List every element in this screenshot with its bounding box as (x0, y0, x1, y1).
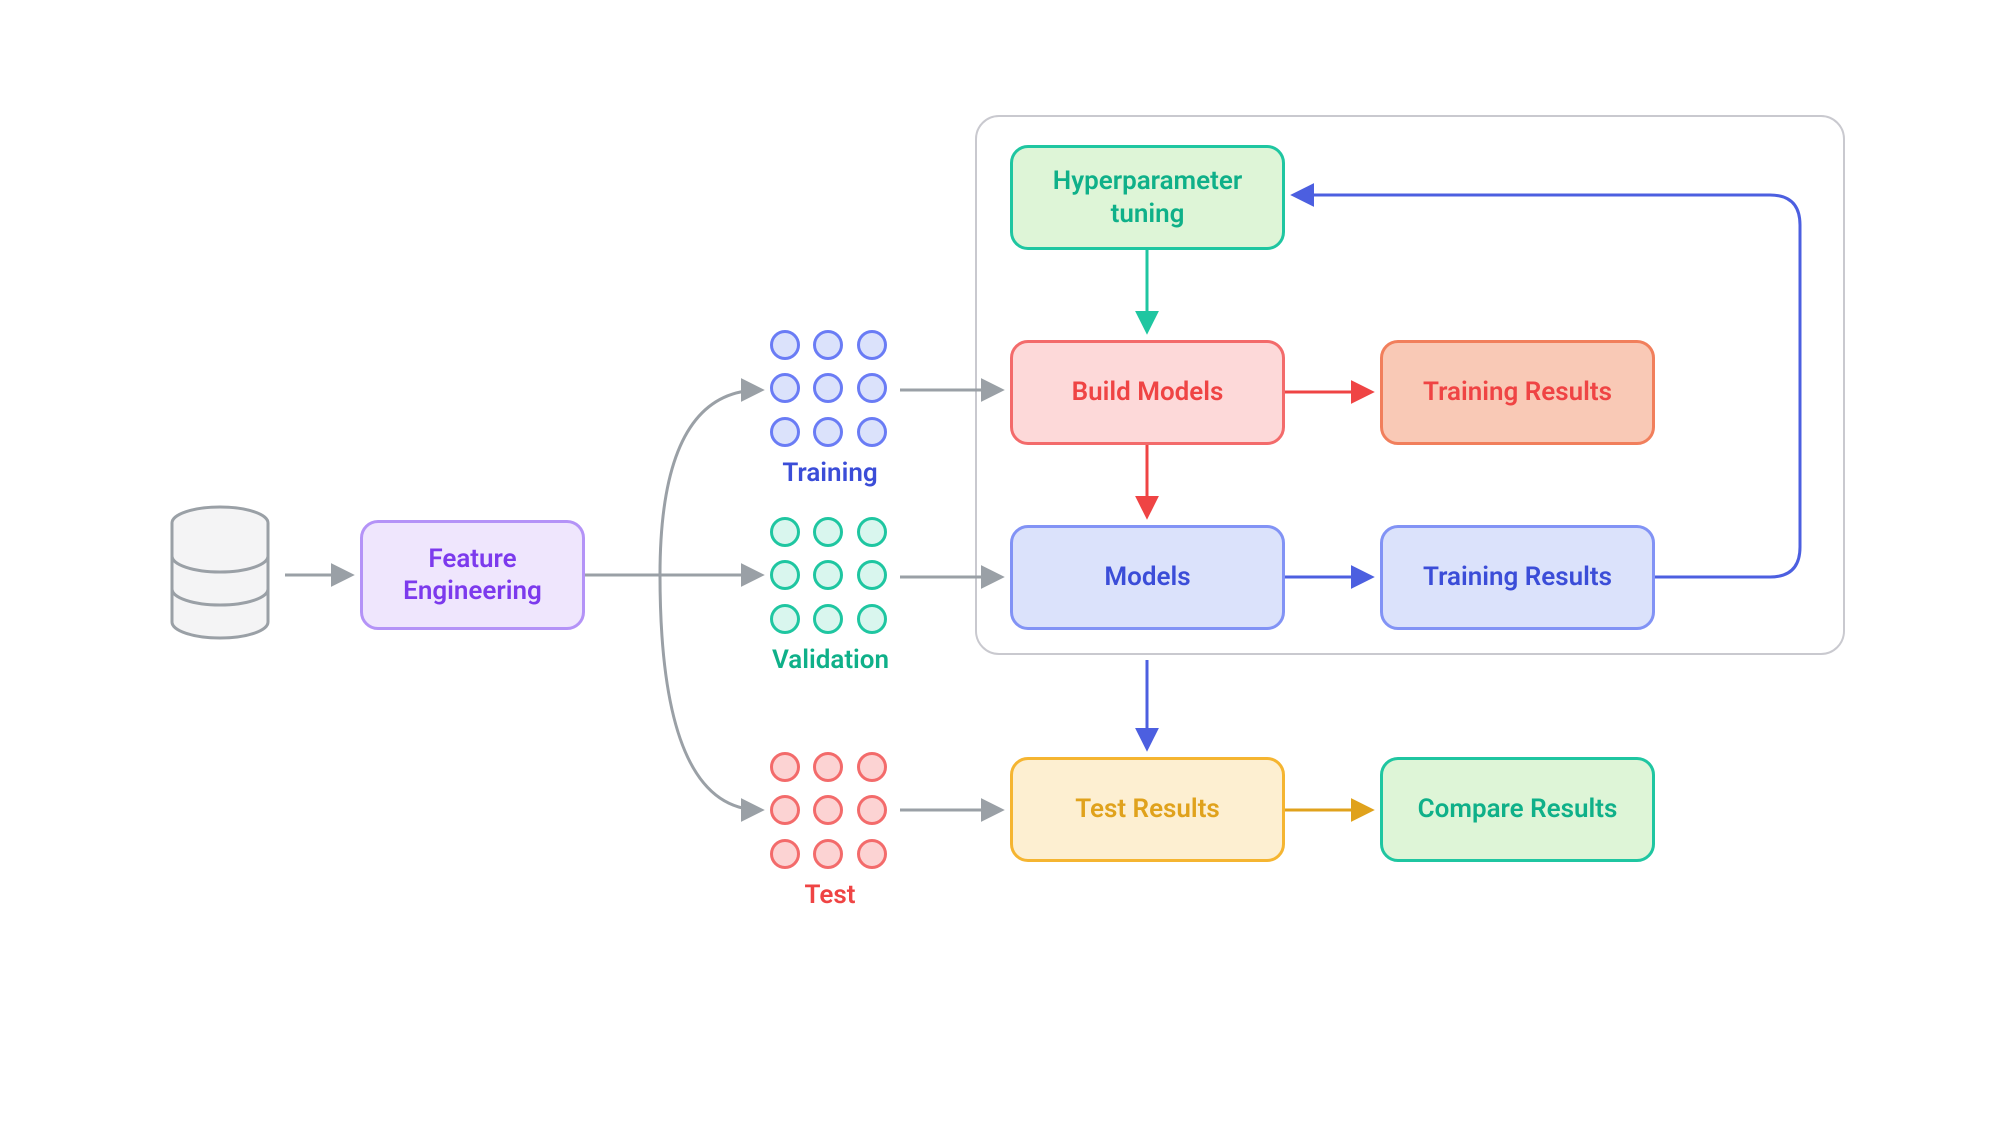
dot (857, 560, 887, 590)
compare-results-node: Compare Results (1380, 757, 1655, 862)
training-dots (770, 330, 890, 450)
dot (857, 330, 887, 360)
test-results-label: Test Results (1075, 793, 1220, 826)
dot (770, 560, 800, 590)
test-dots (770, 752, 890, 872)
test-label: Test (770, 880, 890, 910)
dot (813, 560, 843, 590)
build-models-node: Build Models (1010, 340, 1285, 445)
dot (770, 839, 800, 869)
training-results-top-node: Training Results (1380, 340, 1655, 445)
arrow-fe-to-training (660, 390, 760, 575)
validation-label: Validation (758, 645, 903, 675)
dot (857, 604, 887, 634)
dot (857, 839, 887, 869)
dot (857, 795, 887, 825)
dot (857, 752, 887, 782)
feature-engineering-label: Feature Engineering (375, 543, 570, 608)
dot (857, 373, 887, 403)
models-node: Models (1010, 525, 1285, 630)
test-results-node: Test Results (1010, 757, 1285, 862)
hyperparameter-tuning-label: Hyperparameter tuning (1025, 165, 1270, 230)
arrow-fe-to-test (660, 575, 760, 810)
dot (813, 604, 843, 634)
dot (857, 417, 887, 447)
database-icon (165, 505, 275, 640)
build-models-label: Build Models (1072, 376, 1224, 409)
diagram-canvas: Feature Engineering Training Validation (0, 0, 2000, 1125)
compare-results-label: Compare Results (1418, 793, 1618, 826)
dot (857, 517, 887, 547)
training-label: Training (770, 458, 890, 488)
training-results-top-label: Training Results (1423, 376, 1612, 409)
dot (813, 839, 843, 869)
dot (770, 330, 800, 360)
dot (770, 795, 800, 825)
dot (770, 417, 800, 447)
feature-engineering-node: Feature Engineering (360, 520, 585, 630)
models-label: Models (1104, 561, 1190, 594)
dot (813, 517, 843, 547)
training-results-bottom-node: Training Results (1380, 525, 1655, 630)
validation-dots (770, 517, 890, 637)
dot (813, 795, 843, 825)
dot (770, 752, 800, 782)
dot (770, 604, 800, 634)
dot (813, 373, 843, 403)
dot (770, 517, 800, 547)
dot (813, 752, 843, 782)
training-results-bottom-label: Training Results (1423, 561, 1612, 594)
dot (813, 330, 843, 360)
hyperparameter-tuning-node: Hyperparameter tuning (1010, 145, 1285, 250)
dot (813, 417, 843, 447)
dot (770, 373, 800, 403)
